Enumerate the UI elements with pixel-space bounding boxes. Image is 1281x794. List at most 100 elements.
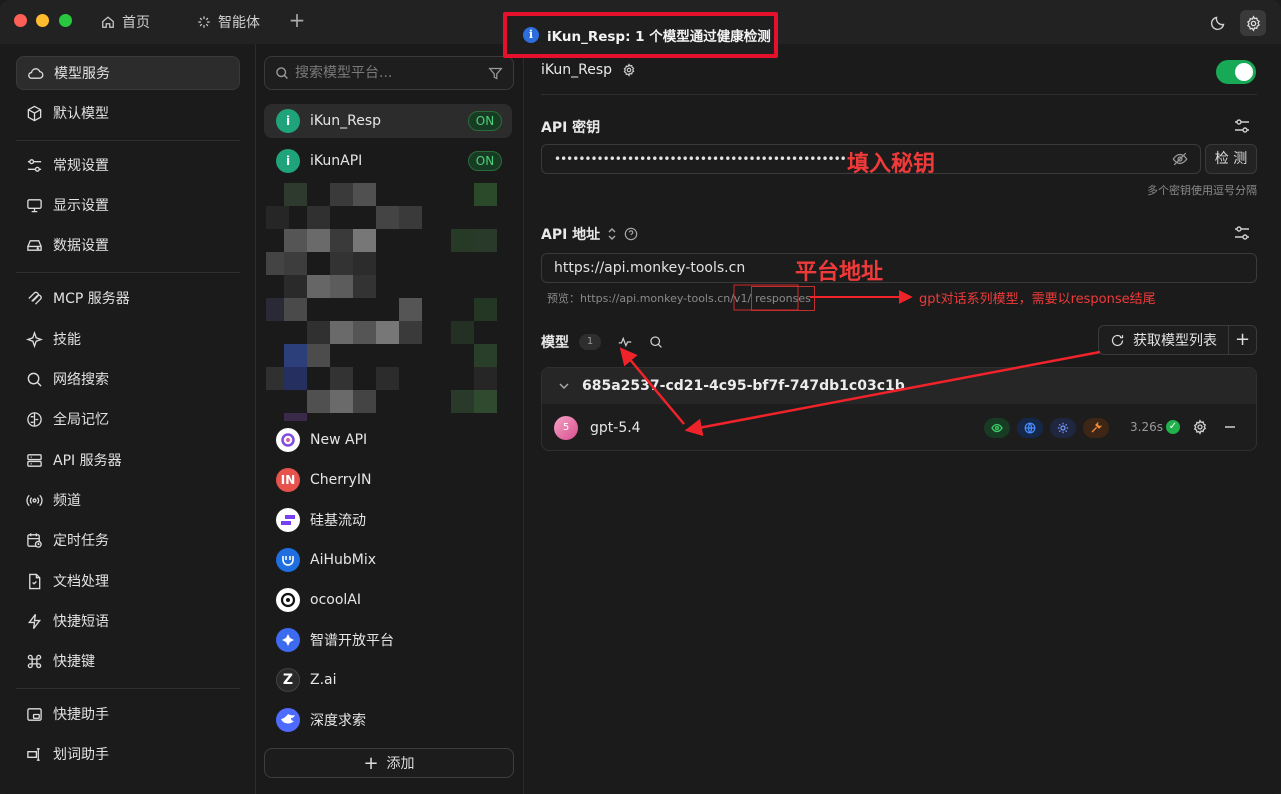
chevron-down-icon: [559, 383, 569, 390]
key-hint: 多个密钥使用逗号分隔: [1147, 184, 1257, 197]
model-group-header[interactable]: 685a2537-cd21-4c95-bf7f-747db1c03c1b: [542, 368, 1256, 404]
nav-label: MCP 服务器: [53, 291, 130, 307]
globe-icon: [1024, 422, 1036, 434]
nav-label: 数据设置: [53, 238, 109, 254]
toast-text: iKun_Resp: 1 个模型通过健康检测: [547, 29, 771, 45]
new-api-logo-icon: [276, 428, 300, 452]
settings-sidebar: 模型服务 默认模型 常规设置 显示设置 数据设置 MCP 服务器 技能 网络搜索…: [0, 44, 256, 794]
nav-label: 默认模型: [53, 106, 109, 122]
filter-icon[interactable]: [488, 66, 503, 81]
nav-model-service[interactable]: 模型服务: [16, 56, 240, 90]
ocoolai-logo-icon: [276, 588, 300, 612]
nav-quick-phrases[interactable]: 快捷短语: [16, 604, 240, 638]
provider-enable-toggle[interactable]: [1216, 60, 1256, 84]
nav-label: 模型服务: [54, 66, 110, 82]
server-icon: [27, 453, 42, 467]
check-success-icon: ✓: [1166, 420, 1180, 434]
nav-api-server[interactable]: API 服务器: [16, 443, 240, 477]
provider-item-ocoolai[interactable]: ocoolAI: [264, 583, 512, 617]
cube-icon: [27, 105, 42, 121]
provider-name: CherryIN: [310, 472, 372, 488]
nav-general-settings[interactable]: 常规设置: [16, 148, 240, 182]
provider-item-cherryin[interactable]: IN CherryIN: [264, 463, 512, 497]
provider-item-new-api[interactable]: New API: [264, 423, 512, 457]
provider-item-aihubmix[interactable]: AiHubMix: [264, 543, 512, 577]
enabled-badge: ON: [468, 151, 502, 171]
provider-item-deepseek[interactable]: 深度求索: [264, 703, 512, 737]
title-bar: 首页 智能体 + i iKun_Resp: 1 个模型通过健康检测: [0, 0, 1281, 58]
sparkle-icon: [26, 330, 43, 348]
nav-web-search[interactable]: 网络搜索: [16, 362, 240, 396]
provider-item-zai[interactable]: Z Z.ai: [264, 663, 512, 697]
provider-avatar: i: [276, 149, 300, 173]
provider-item-siliconflow[interactable]: 硅基流动: [264, 503, 512, 537]
sliders-icon: [27, 158, 42, 172]
provider-item-ikunapi[interactable]: i iKunAPI ON: [264, 144, 512, 178]
nav-shortcuts[interactable]: 快捷键: [16, 644, 240, 678]
help-circle-icon[interactable]: [624, 227, 638, 241]
text-cursor-icon: [27, 747, 40, 761]
refresh-icon: [1111, 334, 1124, 346]
api-url-field[interactable]: https://api.monkey-tools.cn: [541, 253, 1257, 283]
nav-default-model[interactable]: 默认模型: [16, 96, 240, 130]
nav-display-settings[interactable]: 显示设置: [16, 188, 240, 222]
search-icon[interactable]: [649, 335, 663, 349]
model-latency: 3.26s: [1130, 420, 1163, 434]
add-model-button[interactable]: +: [1228, 325, 1257, 355]
gear-icon: [1246, 14, 1260, 32]
sun-icon: [1057, 422, 1069, 434]
tab-home[interactable]: 首页: [101, 10, 150, 34]
model-avatar: 5: [554, 416, 578, 440]
nav-divider: [16, 272, 240, 273]
settings-button[interactable]: [1240, 10, 1266, 36]
search-icon: [276, 67, 288, 79]
api-url-value: https://api.monkey-tools.cn: [554, 260, 746, 276]
nav-scheduled-tasks[interactable]: 定时任务: [16, 523, 240, 557]
tab-agents[interactable]: 智能体: [197, 10, 260, 34]
new-tab-button[interactable]: +: [287, 10, 307, 31]
nav-quick-assistant[interactable]: 快捷助手: [16, 697, 240, 731]
health-check-icon[interactable]: [617, 334, 633, 350]
provider-search-input[interactable]: [295, 65, 482, 81]
sort-icon[interactable]: [606, 227, 618, 241]
provider-name: ocoolAI: [310, 592, 361, 608]
provider-item-zhipu[interactable]: 智谱开放平台: [264, 623, 512, 657]
zoom-window-button[interactable]: [59, 14, 72, 27]
api-key-settings-icon[interactable]: [1233, 117, 1251, 135]
provider-search: [264, 56, 514, 90]
provider-item-ikun-resp[interactable]: i iKun_Resp ON: [264, 104, 512, 138]
provider-settings-panel: iKun_Resp API 密钥 •••••••••••••••••••••••…: [525, 44, 1281, 794]
gear-icon[interactable]: [622, 63, 636, 77]
reasoning-capability-badge: [1050, 418, 1076, 438]
nav-data-settings[interactable]: 数据设置: [16, 228, 240, 262]
nav-skills[interactable]: 技能: [16, 322, 240, 356]
add-provider-button[interactable]: + 添加: [264, 748, 514, 778]
nav-mcp-servers[interactable]: MCP 服务器: [16, 281, 240, 315]
nav-selection-assistant[interactable]: 划词助手: [16, 737, 240, 771]
web-search-capability-badge: [1017, 418, 1043, 438]
pixelated-provider-region: [266, 183, 502, 421]
eye-icon: [991, 423, 1003, 433]
nav-label: 技能: [53, 332, 81, 348]
nav-label: 频道: [53, 493, 81, 509]
minimize-window-button[interactable]: [36, 14, 49, 27]
nav-global-memory[interactable]: 全局记忆: [16, 402, 240, 436]
moon-icon: [1210, 16, 1225, 31]
model-group-name: 685a2537-cd21-4c95-bf7f-747db1c03c1b: [582, 378, 905, 394]
fetch-models-button[interactable]: 获取模型列表: [1098, 325, 1229, 355]
annotation-platform-url: 平台地址: [795, 260, 884, 285]
provider-avatar: Z: [276, 668, 300, 692]
model-group: 685a2537-cd21-4c95-bf7f-747db1c03c1b 5 g…: [541, 367, 1257, 451]
nav-document-processing[interactable]: 文档处理: [16, 564, 240, 598]
model-row[interactable]: 5 gpt-5.4 3.26s ✓: [542, 404, 1256, 450]
theme-toggle-button[interactable]: [1205, 10, 1231, 36]
cloud-icon: [28, 67, 44, 79]
provider-title: iKun_Resp: [541, 62, 636, 78]
nav-channels[interactable]: 频道: [16, 483, 240, 517]
close-window-button[interactable]: [14, 14, 27, 27]
check-key-button[interactable]: 检 测: [1205, 144, 1257, 174]
remove-model-icon[interactable]: [1222, 419, 1238, 435]
eye-off-icon[interactable]: [1172, 151, 1188, 167]
api-url-settings-icon[interactable]: [1233, 224, 1251, 242]
gear-icon[interactable]: [1192, 419, 1208, 435]
